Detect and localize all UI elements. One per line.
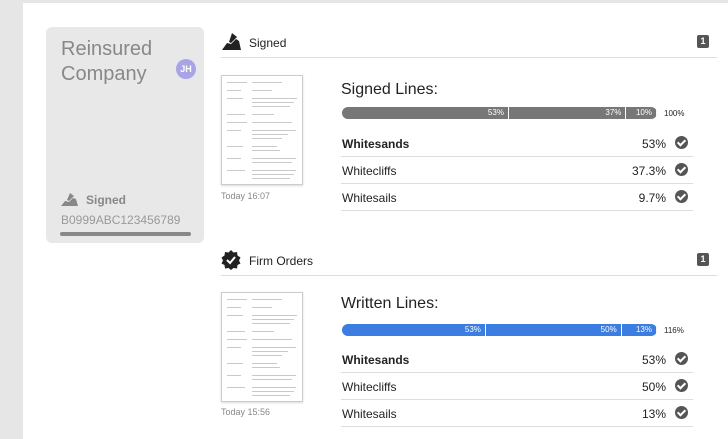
table-row[interactable]: Whitesails 9.7% [341,184,693,211]
check-circle-icon [675,190,688,203]
check-circle-icon [675,136,688,149]
lines-title: Signed Lines: [341,81,438,98]
bar-segment: 53% [342,324,486,336]
company-name: Reinsured Company [61,38,153,85]
table-row[interactable]: Whitesails 13% [341,400,693,427]
line-percentage: 50% [641,380,666,394]
check-circle-icon [675,406,688,419]
line-percentage: 13% [641,407,666,421]
table-row[interactable]: Whitesands 53% [341,130,693,157]
bar-segment: 13% [622,324,657,336]
card-status: Signed [60,192,126,208]
bar-segment: 53% [342,107,509,119]
count-badge: 1 [697,35,709,48]
card-progress-bar [60,232,191,236]
badge-check-icon [221,250,241,270]
underwriter-name: Whitecliffs [342,380,397,394]
check-circle-icon [675,352,688,365]
bar-segment: 50% [486,324,622,336]
line-percentage: 53% [641,137,666,151]
underwriter-name: Whitesands [342,137,410,151]
lines-title: Written Lines: [341,295,439,312]
document-thumbnail[interactable] [221,75,303,185]
lines-progress-bar: 53% 37% 10% [342,107,657,119]
document-timestamp: Today 15:56 [221,407,271,417]
contract-card[interactable]: Reinsured Company JH Signed B0999ABC1234… [46,27,204,243]
table-row[interactable]: Whitecliffs 37.3% [341,157,693,184]
lines-progress-bar: 53% 50% 13% [342,324,657,336]
signing-hand-icon [222,33,241,50]
table-row[interactable]: Whitesands 53% [341,346,693,373]
section-title: Signed [249,36,287,50]
bar-total: 116% [664,326,684,335]
underwriter-name: Whitesails [342,191,397,205]
document-timestamp: Today 16:07 [221,191,271,201]
bar-segment: 10% [626,107,657,119]
bar-segment: 37% [509,107,627,119]
reference-number: B0999ABC123456789 [61,213,181,227]
avatar[interactable]: JH [176,59,196,79]
bar-total: 100% [664,109,685,118]
section-title: Firm Orders [249,254,313,268]
card-status-label: Signed [86,193,127,207]
section-header-firm-orders[interactable]: Firm Orders 1 [221,246,717,276]
line-percentage: 53% [641,353,666,367]
signing-hand-icon [61,193,78,206]
underwriter-name: Whitesands [342,353,410,367]
lines-table: Whitesands 53% Whitecliffs 50% Whitesail… [341,346,693,427]
count-badge: 1 [697,253,709,266]
line-percentage: 37.3% [631,164,666,178]
underwriter-name: Whitesails [342,407,397,421]
underwriter-name: Whitecliffs [342,164,397,178]
check-circle-icon [675,379,688,392]
check-circle-icon [675,163,688,176]
line-percentage: 9.7% [638,191,666,205]
document-thumbnail[interactable] [221,292,303,402]
table-row[interactable]: Whitecliffs 50% [341,373,693,400]
section-header-signed[interactable]: Signed 1 [221,28,717,58]
lines-table: Whitesands 53% Whitecliffs 37.3% Whitesa… [341,130,693,211]
